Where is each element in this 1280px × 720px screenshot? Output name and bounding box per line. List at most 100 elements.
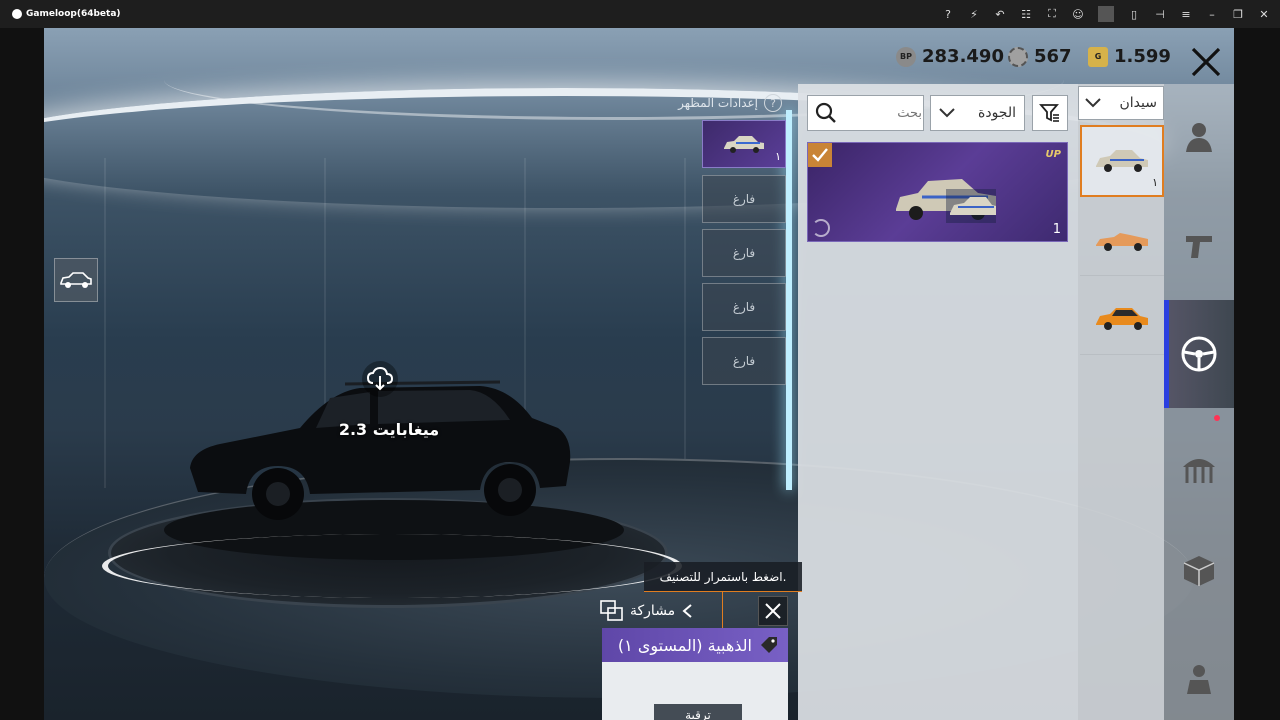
quality-dropdown[interactable]: الجودة [930, 95, 1025, 131]
cloud-download-icon[interactable] [362, 361, 398, 397]
sidebar-toggle-icon[interactable]: ▯ [1126, 6, 1142, 22]
sedan-thumbnail-icon [724, 136, 764, 153]
gameloop-logo-icon [12, 9, 22, 19]
empty-slot-label: فارغ [732, 192, 756, 206]
emulator-left-border [0, 28, 44, 720]
hamburger-icon[interactable]: ≡ [1178, 6, 1194, 22]
share-label[interactable]: مشاركة [630, 603, 675, 619]
skin-info-card: الذهبية (المستوى ١) ترقية [602, 628, 788, 720]
tag-icon [761, 637, 777, 653]
appearance-slot-2[interactable]: فارغ [702, 175, 786, 223]
empty-slot-label: فارغ [732, 354, 756, 368]
vehicle-type-label: سيدان [1119, 95, 1157, 111]
item-count: 1 [1052, 222, 1061, 237]
vehicle-view-button[interactable] [54, 258, 98, 302]
emulator-titlebar: Gameloop(64beta) ? ⚡ ↶ ☷ ⛶ ☺ ▯ ⊣ ≡ – ❐ ✕ [0, 0, 1280, 28]
quality-label: الجودة [978, 105, 1016, 121]
loading-spinner-icon [812, 219, 830, 237]
search-box[interactable] [807, 95, 924, 131]
fullscreen-icon[interactable]: ⛶ [1044, 6, 1060, 22]
character-emote-icon [1187, 665, 1211, 694]
vehicle-skin-golden[interactable]: ١ [1080, 125, 1164, 197]
orange-sedan-icon [1096, 307, 1148, 330]
menu-vehicles[interactable] [1174, 329, 1224, 379]
chevron-down-icon [1085, 98, 1101, 108]
restore-icon[interactable]: ❐ [1230, 6, 1246, 22]
silver-value: 567 [1034, 46, 1072, 67]
golden-sedan-icon [1096, 150, 1148, 172]
wall-panel-line [104, 158, 106, 488]
gcoin-balance: G 1.599 [1088, 46, 1171, 67]
menu-list-icon[interactable]: ☷ [1018, 6, 1034, 22]
close-icon [1191, 47, 1221, 77]
minimize-icon[interactable]: – [1204, 6, 1220, 22]
pistol-icon [1186, 236, 1212, 258]
bp-coin-icon: BP [896, 46, 916, 67]
upgrade-button[interactable]: ترقية [654, 704, 742, 720]
boost-icon[interactable]: ⚡ [966, 6, 982, 22]
close-share-button[interactable] [758, 596, 788, 626]
notification-dot [1214, 415, 1220, 421]
convertible-car-icon [1096, 232, 1148, 251]
download-indicator [340, 361, 420, 397]
chevron-down-icon [939, 108, 955, 118]
silver-fragment-icon [1008, 46, 1028, 67]
gcoin-value: 1.599 [1114, 46, 1171, 67]
empty-slot-label: فارغ [732, 300, 756, 314]
vehicle-type-dropdown[interactable]: سيدان [1078, 86, 1164, 120]
appearance-slot-3[interactable]: فارغ [702, 229, 786, 277]
close-icon [765, 603, 781, 619]
back-icon[interactable]: ↶ [992, 6, 1008, 22]
menu-crates[interactable] [1174, 546, 1224, 596]
crate-icon [1183, 556, 1215, 586]
checkmark-icon [808, 143, 832, 167]
game-scene: 2.3 ميغابايت إعدادات المظهر ? ١ فارغ فار… [44, 28, 1234, 720]
parachute-icon [1183, 459, 1215, 483]
pin-icon[interactable]: ⊣ [1152, 6, 1168, 22]
chevron-left-icon [682, 604, 692, 618]
skin-info-header: الذهبية (المستوى ١) [602, 628, 788, 662]
appearance-settings-title: إعدادات المظهر [678, 96, 758, 110]
vehicle-skin-orange-convertible[interactable] [1080, 204, 1164, 276]
appearance-slot-4[interactable]: فارغ [702, 283, 786, 331]
titlebar-controls: ? ⚡ ↶ ☷ ⛶ ☺ ▯ ⊣ ≡ – ❐ ✕ [940, 6, 1272, 22]
bp-value: 283.490 [922, 46, 1004, 67]
character-outfit-icon [1186, 123, 1212, 152]
menu-weapons[interactable] [1174, 220, 1224, 270]
close-inventory-button[interactable] [1186, 42, 1226, 82]
help-icon[interactable]: ? [940, 6, 956, 22]
empty-slot-label: فارغ [732, 246, 756, 260]
vehicle-skin-orange-sedan[interactable] [1080, 283, 1164, 355]
search-icon[interactable] [808, 96, 844, 130]
car-icon [60, 272, 92, 288]
emulator-right-border [1234, 28, 1280, 720]
search-input[interactable] [852, 105, 922, 121]
account-icon[interactable]: ☺ [1070, 6, 1086, 22]
skin-item-card[interactable]: UP 1 [807, 142, 1068, 242]
wall-panel-line [684, 158, 686, 488]
menu-emotes[interactable] [1174, 654, 1224, 704]
silver-balance: 567 [1008, 46, 1072, 67]
hold-to-sort-tooltip: اضغط باستمرار للتصنيف. [644, 562, 802, 592]
neon-light-strip [786, 110, 792, 490]
steering-wheel-icon [1181, 336, 1217, 372]
appearance-settings-header: إعدادات المظهر ? [654, 94, 782, 112]
slot-count: ١ [775, 150, 781, 163]
skin-name: الذهبية (المستوى ١) [617, 635, 752, 655]
tooltip-text: اضغط باستمرار للتصنيف. [659, 569, 787, 584]
menu-backpack[interactable] [1174, 446, 1224, 496]
menu-outfit[interactable] [1174, 112, 1224, 162]
window-title: Gameloop(64beta) [26, 9, 121, 19]
appearance-slot-5[interactable]: فارغ [702, 337, 786, 385]
filter-button[interactable] [1032, 95, 1068, 131]
question-icon[interactable]: ? [764, 94, 782, 112]
download-size-label: 2.3 ميغابايت [338, 420, 440, 439]
turntable-glow [102, 534, 682, 598]
close-window-icon[interactable]: ✕ [1256, 6, 1272, 22]
filter-icon [1039, 104, 1059, 122]
upgradable-logo: UP [1045, 149, 1061, 160]
titlebar-divider [1098, 6, 1114, 22]
appearance-slot-1[interactable]: ١ [702, 120, 786, 168]
golden-sedan-image [896, 179, 996, 223]
g-coin-icon: G [1088, 46, 1108, 67]
